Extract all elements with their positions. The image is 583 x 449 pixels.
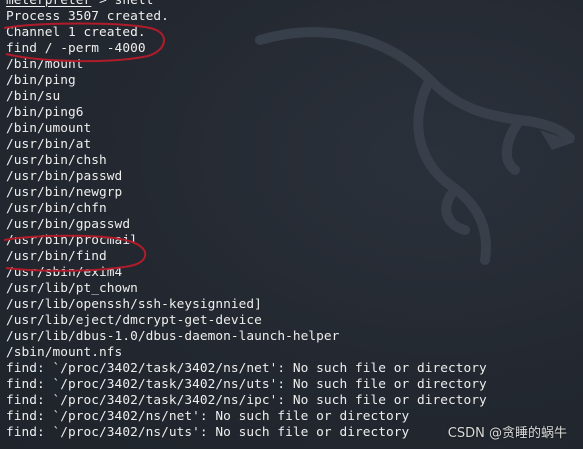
output-line: /usr/bin/at xyxy=(6,137,92,152)
error-line: find: `/proc/3402/task/3402/ns/net': No … xyxy=(6,361,487,376)
output-line: /usr/bin/procmail xyxy=(6,233,138,248)
command-line: find / -perm -4000 xyxy=(6,41,146,56)
terminal-output: meterpreter > shell Process 3507 created… xyxy=(6,0,487,441)
output-line: /usr/lib/openssh/ssh-keysignnied] xyxy=(6,297,262,312)
csdn-watermark: CSDN @贪睡的蜗牛 xyxy=(447,426,567,441)
output-line: /bin/su xyxy=(6,89,61,104)
output-line: /usr/lib/pt_chown xyxy=(6,281,138,296)
terminal-window[interactable]: meterpreter > shell Process 3507 created… xyxy=(0,0,583,449)
output-line: Process 3507 created. xyxy=(6,9,169,24)
output-line: /usr/lib/dbus-1.0/dbus-daemon-launch-hel… xyxy=(6,329,340,344)
output-line: /bin/ping xyxy=(6,73,76,88)
highlighted-output-line: /usr/bin/find xyxy=(6,249,107,264)
output-line: /usr/sbin/exim4 xyxy=(6,265,123,280)
output-line: /usr/bin/gpasswd xyxy=(6,217,131,232)
output-line: /usr/bin/passwd xyxy=(6,169,123,184)
error-line: find: `/proc/3402/task/3402/ns/uts': No … xyxy=(6,377,487,392)
error-line: find: `/proc/3402/ns/net': No such file … xyxy=(6,409,410,424)
output-line: /usr/bin/chsh xyxy=(6,153,107,168)
output-line: /bin/umount xyxy=(6,121,92,136)
prompt-line: meterpreter > shell xyxy=(6,0,487,9)
output-line: /usr/lib/eject/dmcrypt-get-device xyxy=(6,313,262,328)
error-line: find: `/proc/3402/ns/uts': No such file … xyxy=(6,425,410,440)
prompt-name: meterpreter xyxy=(6,0,92,8)
output-line: /usr/bin/chfn xyxy=(6,201,107,216)
error-line: find: `/proc/3402/task/3402/ns/ipc': No … xyxy=(6,393,487,408)
prompt-command: > shell xyxy=(91,0,154,8)
output-line: /sbin/mount.nfs xyxy=(6,345,123,360)
output-line: Channel 1 created. xyxy=(6,25,146,40)
output-line: /bin/ping6 xyxy=(6,105,84,120)
output-line: /bin/mount xyxy=(6,57,84,72)
output-line: /usr/bin/newgrp xyxy=(6,185,123,200)
